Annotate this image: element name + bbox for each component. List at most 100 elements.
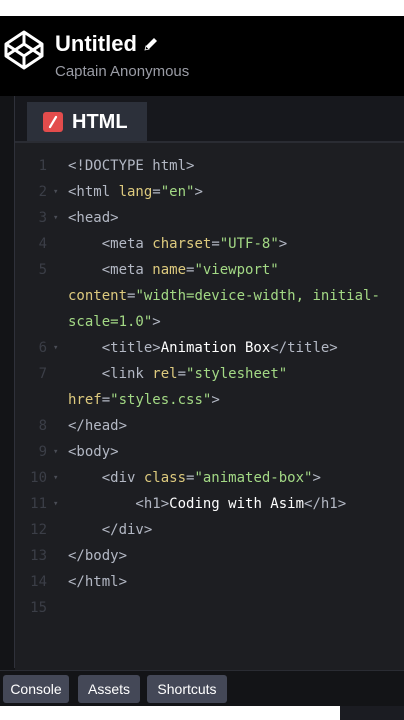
code-token: "styles.css" (110, 392, 212, 408)
code-token: "en" (160, 184, 195, 200)
code-token: scale=1.0" (68, 314, 153, 330)
code-text: <title>Animation Box</title> (68, 335, 338, 361)
code-token: = (152, 184, 161, 200)
code-line: 13 </body> (15, 543, 404, 569)
code-token: <body> (68, 444, 119, 460)
code-token: = (211, 236, 220, 252)
codepen-logo-icon[interactable] (2, 28, 46, 72)
line-number: 14 (30, 574, 47, 590)
code-text: <meta charset="UTF-8"> (68, 231, 288, 257)
fold-arrow-icon[interactable]: ▾ (53, 205, 58, 231)
code-text: scale=1.0"> (68, 309, 161, 335)
codepen-app: Untitled Captain Anonymous HTML 1 <!DOCTY… (0, 16, 404, 707)
code-text: </head> (68, 413, 127, 439)
code-token: content (68, 288, 128, 304)
code-editor[interactable]: 1 <!DOCTYPE html> 2 ▾ <html lang="en"> 3 ▾ <hea… (15, 141, 404, 670)
pen-title[interactable]: Untitled (55, 31, 137, 57)
code-token: > (152, 314, 161, 330)
code-line: 3 ▾ <head> (15, 205, 404, 231)
title-row: Untitled (55, 31, 159, 57)
fold-arrow-icon[interactable]: ▾ (53, 465, 58, 491)
code-token: href (68, 392, 102, 408)
code-line: 6 ▾ <title>Animation Box</title> (15, 335, 404, 361)
code-lines: 1 <!DOCTYPE html> 2 ▾ <html lang="en"> 3 ▾ <hea… (15, 153, 404, 621)
code-text: <meta name="viewport" (68, 257, 279, 283)
code-token: </body> (68, 548, 128, 564)
code-text: <body> (68, 439, 119, 465)
tab-html-label: HTML (72, 110, 128, 133)
console-button[interactable]: Console (3, 675, 69, 703)
code-token: class (143, 470, 187, 486)
code-token: Animation Box (160, 340, 271, 356)
line-number: 2 (38, 184, 47, 200)
code-token: rel (152, 366, 178, 382)
code-token: <html (68, 184, 119, 200)
top-strip (0, 0, 404, 16)
line-number: 11 (30, 496, 47, 512)
fold-arrow-icon[interactable]: ▾ (53, 179, 58, 205)
line-number: 1 (38, 158, 47, 174)
code-token: </title> (270, 340, 338, 356)
shortcuts-button[interactable]: Shortcuts (147, 675, 227, 703)
code-line: href="styles.css"> (15, 387, 404, 413)
code-line: 12 </div> (15, 517, 404, 543)
fold-arrow-icon[interactable]: ▾ (53, 439, 58, 465)
code-token: <div (68, 470, 144, 486)
fold-arrow-icon[interactable]: ▾ (53, 491, 58, 517)
code-line: 9 ▾ <body> (15, 439, 404, 465)
code-text: <div class="animated-box"> (68, 465, 321, 491)
code-line: scale=1.0"> (15, 309, 404, 335)
code-token: "animated-box" (194, 470, 313, 486)
code-line: 11 ▾ <h1>Coding with Asim</h1> (15, 491, 404, 517)
code-token: </head> (68, 418, 128, 434)
html-slash-icon (43, 112, 63, 132)
code-line: 8 </head> (15, 413, 404, 439)
code-text: content="width=device-width, initial- (68, 283, 380, 309)
code-token: Coding with Asim (169, 496, 305, 512)
code-token: </html> (68, 574, 128, 590)
code-token: <h1> (68, 496, 170, 512)
editor-tabbar: HTML (15, 96, 404, 142)
line-number: 3 (38, 210, 47, 226)
tab-html[interactable]: HTML (27, 102, 147, 142)
edit-pencil-icon[interactable] (143, 36, 159, 52)
code-line: 1 <!DOCTYPE html> (15, 153, 404, 179)
code-token: "stylesheet" (186, 366, 288, 382)
code-text: <link rel="stylesheet" (68, 361, 287, 387)
code-token: = (177, 366, 187, 382)
code-token: name (152, 262, 187, 278)
code-token: > (194, 184, 203, 200)
line-number: 9 (38, 444, 47, 460)
assets-button[interactable]: Assets (78, 675, 140, 703)
author-name[interactable]: Captain Anonymous (55, 63, 189, 80)
line-number: 15 (30, 600, 47, 616)
code-text: href="styles.css"> (68, 387, 220, 413)
code-text: <head> (68, 205, 119, 231)
line-number: 10 (30, 470, 47, 486)
code-token: </div> (68, 522, 153, 538)
code-token: </h1> (304, 496, 347, 512)
line-number: 8 (38, 418, 47, 434)
fold-arrow-icon[interactable]: ▾ (53, 335, 58, 361)
code-text: <!DOCTYPE html> (68, 153, 194, 179)
footer-bar: Console Assets Shortcuts (0, 670, 404, 707)
line-number: 12 (30, 522, 47, 538)
code-token: charset (152, 236, 212, 252)
code-line: 7 <link rel="stylesheet" (15, 361, 404, 387)
line-number: 7 (38, 366, 47, 382)
code-text: <h1>Coding with Asim</h1> (68, 491, 346, 517)
code-token: > (312, 470, 321, 486)
code-token: > (211, 392, 220, 408)
code-text: </body> (68, 543, 127, 569)
code-token: <head> (68, 210, 119, 226)
code-text: <html lang="en"> (68, 179, 203, 205)
code-token: <!DOCTYPE html> (68, 158, 195, 174)
code-line: 10 ▾ <div class="animated-box"> (15, 465, 404, 491)
line-number: 4 (38, 236, 47, 252)
code-line: 14 </html> (15, 569, 404, 595)
code-line: 5 <meta name="viewport" (15, 257, 404, 283)
code-token: = (101, 392, 111, 408)
code-line: 2 ▾ <html lang="en"> (15, 179, 404, 205)
line-number: 5 (38, 262, 47, 278)
code-line: 4 <meta charset="UTF-8"> (15, 231, 404, 257)
